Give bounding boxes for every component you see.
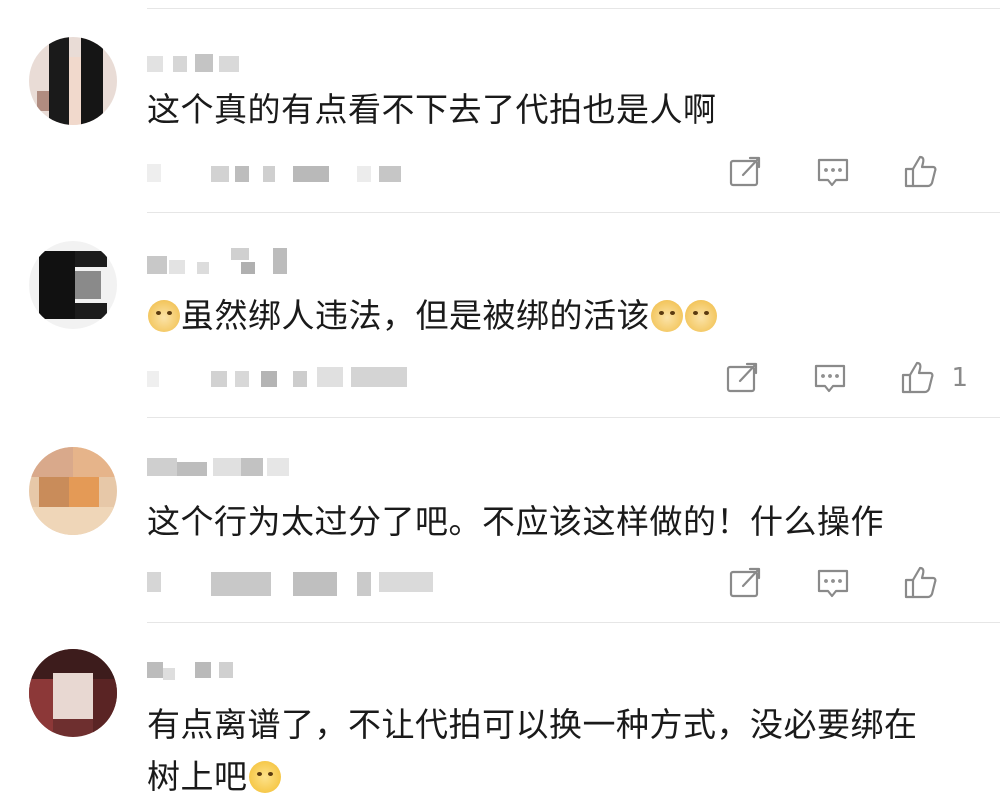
comment-meta-redacted	[147, 572, 447, 596]
comment-text: 虽然绑人违法，但是被绑的活该	[147, 290, 960, 342]
username-redacted[interactable]	[147, 52, 297, 78]
comment-text-body: 虽然绑人违法，但是被绑的活该	[181, 296, 650, 335]
comment-meta-redacted	[147, 162, 447, 184]
divider	[147, 212, 1000, 213]
thumbs-up-icon	[904, 155, 937, 188]
comment-actions	[676, 563, 968, 603]
comment-icon	[817, 569, 849, 598]
like-button[interactable]	[902, 564, 968, 602]
username-redacted[interactable]	[147, 660, 297, 686]
doge-emoji	[651, 300, 683, 332]
doge-emoji	[148, 300, 180, 332]
emoji-list-before	[147, 296, 181, 335]
emoji-list-after	[650, 296, 718, 335]
share-icon	[729, 567, 761, 598]
comment-icon	[817, 158, 849, 187]
like-button[interactable]	[902, 153, 968, 191]
smirk-emoji	[248, 761, 281, 793]
thumbs-up-icon	[902, 361, 934, 394]
comment-feed: 这个真的有点看不下去了代拍也是人啊 虽然绑人违法，但是被绑的活该 1 这个行为太…	[0, 0, 1000, 812]
comment-actions	[676, 152, 968, 192]
divider	[147, 622, 1000, 623]
comment-text-line: 树上吧	[147, 757, 248, 796]
thumbs-up-icon	[904, 566, 937, 599]
share-button[interactable]	[726, 564, 764, 602]
avatar[interactable]	[29, 649, 117, 737]
comment-text-line: 有点离谱了，不让代拍可以换一种方式，没必要绑在	[147, 705, 918, 744]
like-count: 1	[951, 363, 968, 393]
comment-text: 有点离谱了，不让代拍可以换一种方式，没必要绑在 树上吧	[147, 699, 960, 803]
share-button[interactable]	[723, 359, 761, 397]
divider	[147, 417, 1000, 418]
divider	[147, 8, 1000, 9]
comment-icon	[815, 364, 846, 393]
avatar[interactable]	[29, 447, 117, 535]
share-button[interactable]	[726, 153, 764, 191]
doge-emoji	[685, 300, 717, 332]
comment-text: 这个真的有点看不下去了代拍也是人啊	[147, 90, 717, 129]
like-button[interactable]: 1	[899, 359, 968, 397]
reply-button[interactable]	[814, 564, 852, 602]
comment-meta-redacted	[147, 367, 447, 389]
share-icon	[727, 362, 758, 393]
share-icon	[729, 156, 761, 187]
avatar[interactable]	[29, 241, 117, 329]
username-redacted[interactable]	[147, 248, 297, 274]
comment-text: 这个行为太过分了吧。不应该这样做的！什么操作	[147, 502, 884, 541]
reply-button[interactable]	[811, 359, 849, 397]
comment-actions: 1	[673, 358, 968, 398]
username-redacted[interactable]	[147, 454, 297, 480]
reply-button[interactable]	[814, 153, 852, 191]
comment-text-line-wrap: 树上吧	[147, 751, 960, 803]
avatar[interactable]	[29, 37, 117, 125]
